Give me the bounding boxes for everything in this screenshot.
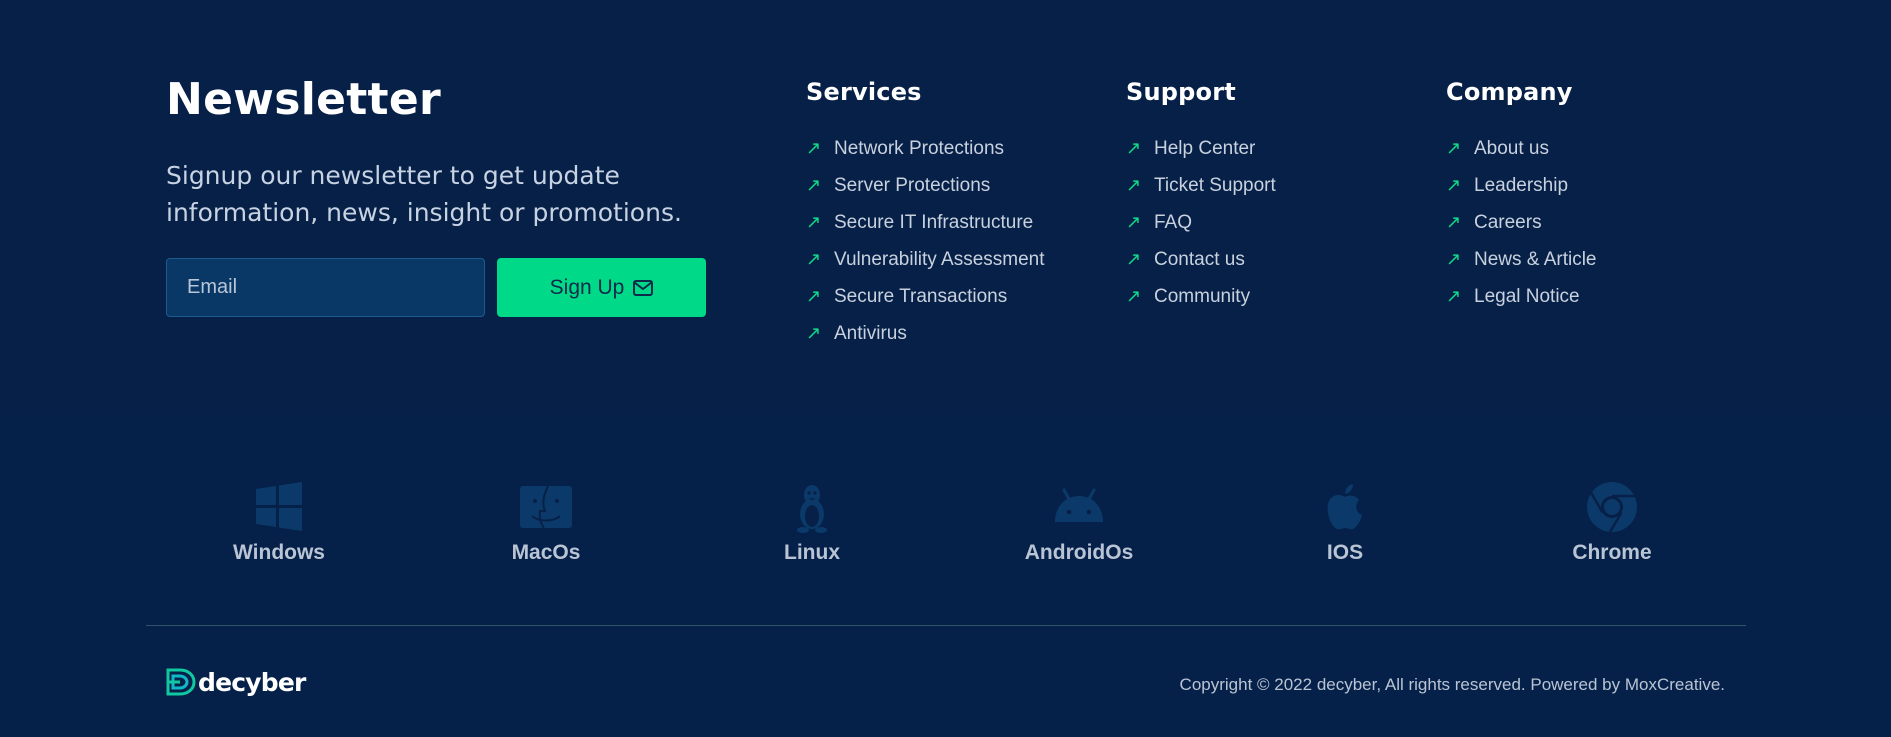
arrow-up-right-icon: ↗ [1126,175,1142,195]
support-heading: Support [1126,78,1236,106]
platform-label: AndroidOs [1024,541,1134,564]
signup-button-label: Sign Up [549,275,625,299]
services-link[interactable]: ↗ Vulnerability Assessment [806,241,1045,278]
company-link-label[interactable]: News & Article [1474,249,1596,271]
support-link[interactable]: ↗ Ticket Support [1126,167,1276,204]
android-icon [1055,488,1103,522]
support-link[interactable]: ↗ Help Center [1126,130,1276,167]
support-column: Support ↗ Help Center ↗ Ticket Support ↗ FA… [1126,78,1276,315]
company-link[interactable]: ↗ News & Article [1446,241,1596,278]
platform-label: Windows [233,541,325,564]
arrow-up-right-icon: ↗ [1126,286,1142,306]
arrow-up-right-icon: ↗ [806,323,822,343]
platforms-row: Windows MacOs Linux AndroidOs IOS Chrome [0,480,1891,580]
platform-label: Chrome [1572,541,1652,564]
services-link-label[interactable]: Secure Transactions [834,286,1007,308]
footer-divider [146,625,1746,626]
arrow-up-right-icon: ↗ [1446,138,1462,158]
services-heading: Services [806,78,922,106]
platform-chrome[interactable]: Chrome [1532,480,1692,565]
newsletter-description: Signup our newsletter to get update info… [166,161,682,227]
support-link-label[interactable]: Ticket Support [1154,175,1276,197]
email-input[interactable] [166,258,485,317]
platform-android[interactable]: AndroidOs [999,480,1159,565]
company-link[interactable]: ↗ Leadership [1446,167,1596,204]
platform-linux[interactable]: Linux [732,480,892,565]
platform-windows[interactable]: Windows [199,480,359,565]
services-link-label[interactable]: Server Protections [834,175,990,197]
platform-macos[interactable]: MacOs [466,480,626,565]
company-column: Company ↗ About us ↗ Leadership ↗ Careers ↗… [1446,78,1596,315]
company-link[interactable]: ↗ About us [1446,130,1596,167]
services-link[interactable]: ↗ Antivirus [806,315,1045,352]
arrow-up-right-icon: ↗ [1126,138,1142,158]
services-link[interactable]: ↗ Secure IT Infrastructure [806,204,1045,241]
decyber-logo-icon [166,668,196,696]
signup-button[interactable]: Sign Up [497,258,706,317]
company-link-label[interactable]: Leadership [1474,175,1568,197]
support-link-label[interactable]: Contact us [1154,249,1245,271]
services-link-label[interactable]: Network Protections [834,138,1004,160]
arrow-up-right-icon: ↗ [806,212,822,232]
logo-text: decyber [198,667,306,697]
services-link-label[interactable]: Secure IT Infrastructure [834,212,1033,234]
copyright-text: Copyright © 2022 decyber, All rights res… [1179,675,1725,694]
arrow-up-right-icon: ↗ [1446,286,1462,306]
chrome-icon [1587,482,1637,533]
envelope-icon [633,279,654,296]
platform-label: IOS [1326,541,1364,564]
services-link-label[interactable]: Antivirus [834,323,907,345]
arrow-up-right-icon: ↗ [1446,175,1462,195]
macos-finder-icon [520,485,572,529]
services-link[interactable]: ↗ Server Protections [806,167,1045,204]
support-link-label[interactable]: Help Center [1154,138,1255,160]
arrow-up-right-icon: ↗ [806,249,822,269]
linux-tux-icon [797,485,827,533]
company-link[interactable]: ↗ Careers [1446,204,1596,241]
support-link[interactable]: ↗ Contact us [1126,241,1276,278]
support-link-label[interactable]: Community [1154,286,1250,308]
support-link[interactable]: ↗ Community [1126,278,1276,315]
arrow-up-right-icon: ↗ [806,138,822,158]
arrow-up-right-icon: ↗ [1126,212,1142,232]
platform-label: Linux [784,541,840,564]
newsletter-title: Newsletter [166,74,442,125]
company-link-label[interactable]: Legal Notice [1474,286,1580,308]
company-link[interactable]: ↗ Legal Notice [1446,278,1596,315]
windows-icon [256,482,302,531]
platform-label: MacOs [511,541,581,564]
arrow-up-right-icon: ↗ [806,286,822,306]
arrow-up-right-icon: ↗ [806,175,822,195]
apple-icon [1327,484,1362,530]
company-link-label[interactable]: About us [1474,138,1549,160]
support-link[interactable]: ↗ FAQ [1126,204,1276,241]
support-link-label[interactable]: FAQ [1154,212,1192,234]
company-link-label[interactable]: Careers [1474,212,1542,234]
services-link[interactable]: ↗ Secure Transactions [806,278,1045,315]
arrow-up-right-icon: ↗ [1126,249,1142,269]
decyber-logo[interactable]: decyber [166,667,306,697]
company-heading: Company [1446,78,1573,106]
services-link-label[interactable]: Vulnerability Assessment [834,249,1045,271]
services-column: Services ↗ Network Protections ↗ Server Pr… [806,78,1045,352]
arrow-up-right-icon: ↗ [1446,212,1462,232]
platform-ios[interactable]: IOS [1265,480,1425,565]
services-link[interactable]: ↗ Network Protections [806,130,1045,167]
arrow-up-right-icon: ↗ [1446,249,1462,269]
